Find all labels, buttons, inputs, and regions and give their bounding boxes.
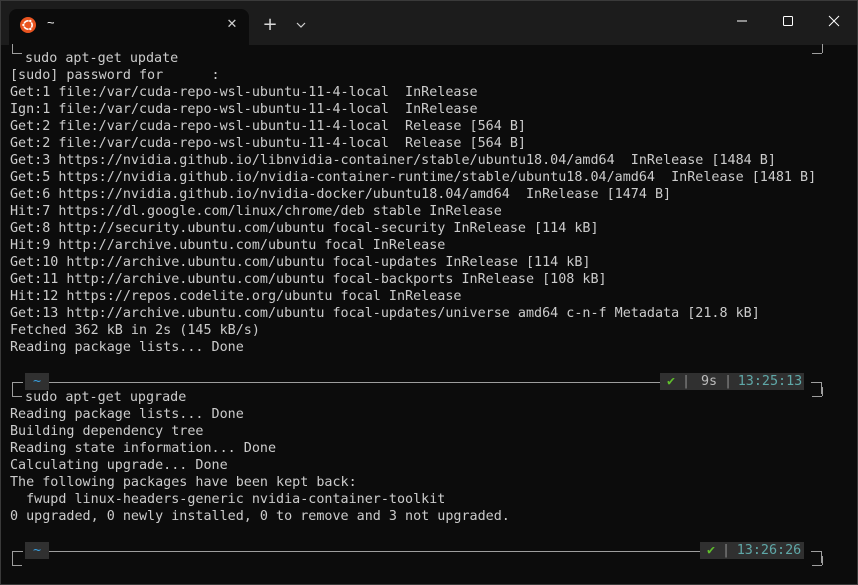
output-line: Building dependency tree [10, 424, 204, 439]
tab-close-button[interactable]: ✕ [222, 15, 242, 35]
output-line: Get:6 https://nvidia.github.io/nvidia-do… [10, 187, 672, 202]
prompt-time: 13:25:13 [736, 373, 804, 390]
close-button[interactable] [811, 1, 857, 41]
prompt-frame [822, 387, 823, 396]
output-line: Get:1 file:/var/cuda-repo-wsl-ubuntu-11-… [10, 85, 478, 100]
tab-dropdown-button[interactable] [291, 17, 311, 35]
chevron-down-icon [296, 22, 306, 28]
prompt-frame [12, 565, 22, 566]
prompt-frame [822, 556, 823, 565]
prompt-frame [822, 44, 823, 53]
terminal-window: ~ ✕ + sudo apt-get update [sudo] passwor… [0, 0, 858, 585]
minimize-icon [737, 20, 747, 22]
output-line: Reading state information... Done [10, 441, 277, 456]
prompt-separator: | [722, 542, 734, 559]
prompt-rule [49, 382, 660, 383]
output-line: Get:3 https://nvidia.github.io/libnvidia… [10, 153, 776, 168]
prompt-directory: ~ [25, 373, 49, 390]
output-line: Get:13 http://archive.ubuntu.com/ubuntu … [10, 306, 760, 321]
ubuntu-logo-icon [20, 17, 36, 33]
output-line: Hit:9 http://archive.ubuntu.com/ubuntu f… [10, 238, 446, 253]
prompt-separator: | [682, 373, 694, 390]
output-line: Get:2 file:/var/cuda-repo-wsl-ubuntu-11-… [10, 119, 526, 134]
prompt-frame [12, 556, 13, 565]
title-bar[interactable]: ~ ✕ + [1, 1, 857, 45]
output-line: Get:11 http://archive.ubuntu.com/ubuntu … [10, 272, 607, 287]
prompt-frame [812, 53, 822, 54]
prompt-separator: | [724, 373, 736, 390]
output-line: 0 upgraded, 0 newly installed, 0 to remo… [10, 509, 510, 524]
prompt-directory: ~ [25, 542, 49, 559]
output-line: The following packages have been kept ba… [10, 475, 357, 490]
status-success-icon: ✔ [660, 373, 682, 390]
output-line: Get:2 file:/var/cuda-repo-wsl-ubuntu-11-… [10, 136, 526, 151]
prompt-rule [49, 551, 700, 552]
terminal-output[interactable]: sudo apt-get update [sudo] password for … [1, 44, 857, 584]
prompt-status-line: ~ ✔ | 13:26:26 [12, 541, 822, 563]
output-line: fwupd linux-headers-generic nvidia-conta… [10, 492, 446, 507]
output-line: Ign:1 file:/var/cuda-repo-wsl-ubuntu-11-… [10, 102, 478, 117]
command-duration: 9s [694, 373, 724, 390]
new-tab-button[interactable]: + [259, 14, 281, 36]
command-line: sudo apt-get upgrade [17, 390, 187, 405]
status-success-icon: ✔ [700, 542, 722, 559]
tab-ubuntu[interactable]: ~ ✕ [9, 9, 249, 45]
minimize-button[interactable] [719, 1, 765, 41]
prompt-frame [811, 551, 822, 563]
prompt-frame [812, 396, 822, 397]
maximize-icon [783, 16, 793, 26]
output-line: Get:10 http://archive.ubuntu.com/ubuntu … [10, 255, 591, 270]
output-line: Hit:12 https://repos.codelite.org/ubuntu… [10, 289, 462, 304]
output-line: [sudo] password for : [10, 68, 220, 83]
prompt-frame [811, 382, 822, 394]
close-icon [828, 15, 840, 27]
output-line: Reading package lists... Done [10, 407, 244, 422]
output-line: Get:8 http://security.ubuntu.com/ubuntu … [10, 221, 599, 236]
output-line: Reading package lists... Done [10, 340, 244, 355]
output-line: Get:5 https://nvidia.github.io/nvidia-co… [10, 170, 817, 185]
output-line: Calculating upgrade... Done [10, 458, 228, 473]
output-line: Fetched 362 kB in 2s (145 kB/s) [10, 323, 260, 338]
prompt-time: 13:26:26 [734, 542, 804, 559]
maximize-button[interactable] [765, 1, 811, 41]
prompt-frame [812, 565, 822, 566]
output-line: Hit:7 https://dl.google.com/linux/chrome… [10, 204, 502, 219]
prompt-frame [12, 387, 13, 396]
command-line: sudo apt-get update [17, 51, 179, 66]
tab-title: ~ [47, 15, 55, 30]
prompt-frame [12, 551, 23, 563]
prompt-frame [12, 44, 13, 53]
